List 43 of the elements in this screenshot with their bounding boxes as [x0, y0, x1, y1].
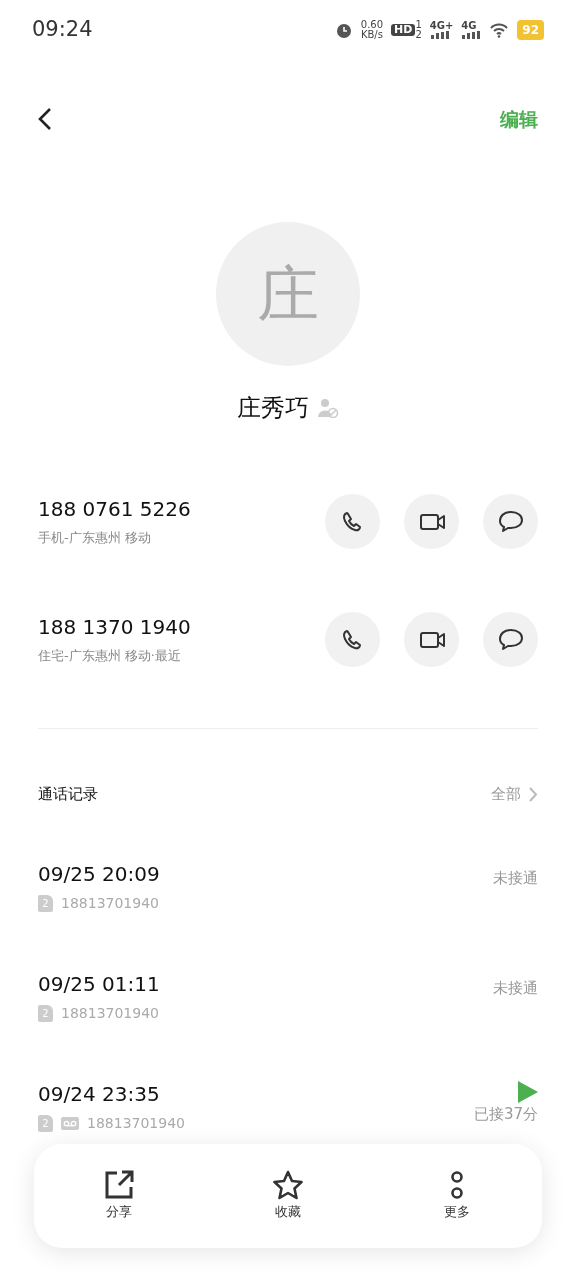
section-title: 通话记录 [38, 783, 98, 805]
contact-name: 庄秀巧 [237, 393, 309, 424]
share-button[interactable]: 分享 [97, 1169, 140, 1223]
chat-bubble-icon [496, 508, 525, 534]
signal-icon [429, 31, 450, 39]
back-button[interactable] [38, 106, 52, 132]
phone-location: 手机-广东惠州 移动 [38, 529, 152, 548]
person-icon [317, 398, 339, 418]
play-icon [518, 1080, 538, 1103]
call-status: 已接37分 [473, 1104, 538, 1125]
favorite-button[interactable]: 收藏 [267, 1169, 309, 1223]
call-number: 18813701940 [87, 1114, 185, 1133]
call-status: 未接通 [493, 978, 538, 999]
wifi-icon [489, 22, 510, 38]
alarm-icon [334, 21, 353, 39]
network-type: 4G [461, 21, 477, 31]
network-type: 4G+ [429, 21, 454, 31]
phone-number: 188 1370 1940 [38, 614, 191, 642]
back-icon [38, 107, 52, 132]
more-button[interactable]: 更多 [436, 1169, 479, 1223]
hd-sup: 1 [415, 20, 422, 30]
hd-badge: HD [391, 23, 416, 37]
signal-icon [461, 31, 482, 39]
voicemail-icon [61, 1117, 79, 1130]
call-time: 09/24 23:35 [38, 1081, 161, 1108]
call-number: 18813701940 [61, 1004, 159, 1023]
phone-number: 188 0761 5226 [38, 496, 191, 524]
chevron-right-icon [529, 786, 538, 802]
phone-location: 住宅-广东惠州 移动·最近 [38, 647, 182, 666]
call-time: 09/25 20:09 [38, 861, 160, 888]
share-icon [103, 1170, 134, 1201]
status-time: 09:24 [32, 16, 93, 44]
chat-bubble-icon [496, 626, 525, 652]
avatar: 庄 [216, 222, 360, 366]
play-button[interactable] [518, 1079, 538, 1103]
network-speed: 0.60 [360, 20, 384, 30]
speed-unit: KB/s [360, 30, 384, 40]
star-icon [273, 1170, 303, 1201]
hd-sub: 2 [415, 30, 422, 40]
call-status: 未接通 [493, 868, 538, 889]
call-number: 18813701940 [61, 894, 159, 913]
battery-level: 92 [517, 20, 544, 40]
call-time: 09/25 01:11 [38, 971, 160, 998]
